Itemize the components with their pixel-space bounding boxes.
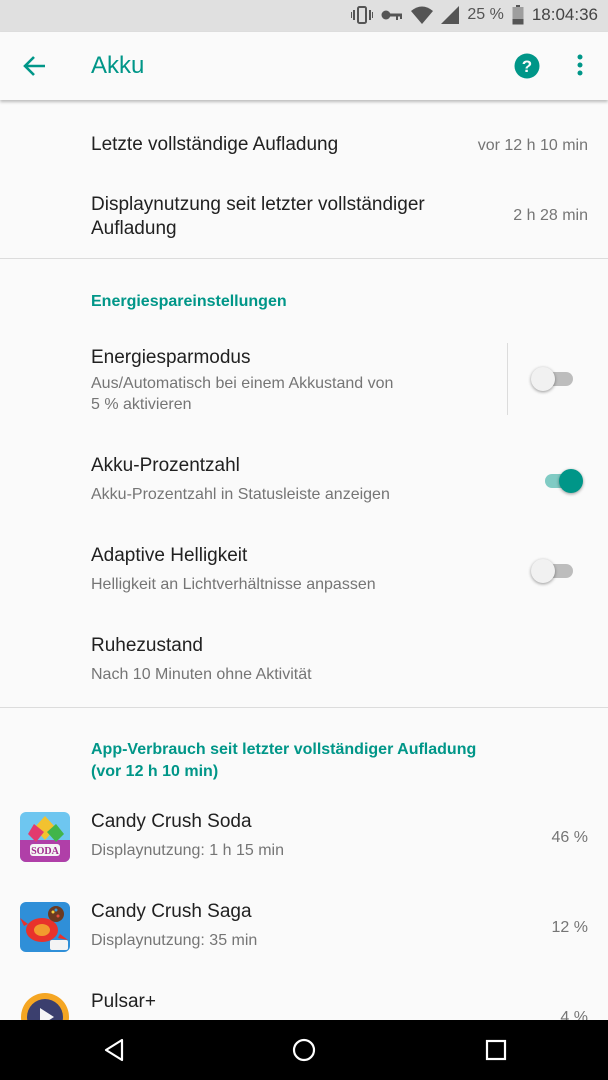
battery-percentage-toggle[interactable] xyxy=(539,467,583,495)
pulsar-icon xyxy=(20,992,70,1020)
battery-percentage-subtitle: Akku-Prozentzahl in Statusleiste anzeige… xyxy=(91,486,390,503)
status-bar: 25 % 18:04:36 xyxy=(0,0,608,32)
vertical-divider xyxy=(507,343,508,415)
signal-icon xyxy=(441,6,460,24)
candy-crush-soda-icon: SODA xyxy=(20,812,70,862)
usage-section-header: App-Verbrauch seit letzter vollständiger… xyxy=(91,739,476,783)
usage-section-header-line2: (vor 12 h 10 min) xyxy=(91,763,219,780)
usage-section-header-line1: App-Verbrauch seit letzter vollständiger… xyxy=(91,741,477,758)
last-full-charge-value: vor 12 h 10 min xyxy=(477,137,588,154)
app-usage-percent: 46 % xyxy=(551,829,588,846)
power-section-header: Energiespareinstellungen xyxy=(91,293,287,310)
app-usage-percent: 4 % xyxy=(560,1009,588,1020)
help-icon[interactable]: ? xyxy=(514,53,540,79)
app-usage-item[interactable]: Pulsar+ 4 % xyxy=(0,980,608,1020)
app-usage-detail: Displaynutzung: 35 min xyxy=(91,932,258,949)
app-usage-item[interactable]: SODA Candy Crush Soda Displaynutzung: 1 … xyxy=(0,800,608,890)
back-arrow-icon[interactable] xyxy=(22,53,48,79)
screen-usage-label-line2: Aufladung xyxy=(91,218,177,239)
more-vert-icon[interactable] xyxy=(572,53,588,79)
battery-saver-subtitle-line2: 5 % aktivieren xyxy=(91,396,192,413)
app-name: Pulsar+ xyxy=(91,991,156,1012)
battery-percentage-title: Akku-Prozentzahl xyxy=(91,455,240,476)
vibrate-icon xyxy=(351,6,374,24)
adaptive-brightness-title: Adaptive Helligkeit xyxy=(91,545,248,566)
recents-square-icon[interactable] xyxy=(484,1038,508,1062)
app-name: Candy Crush Saga xyxy=(91,901,252,922)
page-title: Akku xyxy=(91,52,145,79)
screen-usage-value: 2 h 28 min xyxy=(513,207,588,224)
back-triangle-icon[interactable] xyxy=(102,1038,126,1062)
divider xyxy=(0,258,608,259)
key-icon xyxy=(381,8,403,22)
screen-usage-row: Displaynutzung seit letzter vollständige… xyxy=(0,190,608,258)
sleep-subtitle: Nach 10 Minuten ohne Aktivität xyxy=(91,666,312,683)
toggle-thumb xyxy=(531,559,555,583)
svg-text:SODA: SODA xyxy=(31,846,60,857)
screen-usage-label: Displaynutzung seit letzter vollständige… xyxy=(91,193,425,241)
battery-percentage-row[interactable]: Akku-Prozentzahl Akku-Prozentzahl in Sta… xyxy=(0,445,608,525)
adaptive-brightness-row[interactable]: Adaptive Helligkeit Helligkeit an Lichtv… xyxy=(0,535,608,615)
battery-percent: 25 % xyxy=(467,6,504,23)
sleep-row[interactable]: Ruhezustand Nach 10 Minuten ohne Aktivit… xyxy=(0,625,608,705)
battery-icon xyxy=(512,5,524,25)
battery-saver-toggle[interactable] xyxy=(531,365,575,393)
home-circle-icon[interactable] xyxy=(292,1038,316,1062)
adaptive-brightness-toggle[interactable] xyxy=(531,557,575,585)
adaptive-brightness-subtitle: Helligkeit an Lichtverhältnisse anpassen xyxy=(91,576,376,593)
screen-usage-label-line1: Displaynutzung seit letzter vollständige… xyxy=(91,194,425,215)
toggle-thumb xyxy=(531,367,555,391)
app-usage-detail: Displaynutzung: 1 h 15 min xyxy=(91,842,284,859)
battery-settings-list[interactable]: Letzte vollständige Aufladung vor 12 h 1… xyxy=(0,100,608,1020)
battery-saver-title: Energiesparmodus xyxy=(91,347,251,368)
svg-text:?: ? xyxy=(522,57,532,76)
sleep-title: Ruhezustand xyxy=(91,635,203,656)
app-bar: Akku ? xyxy=(0,32,608,100)
clock: 18:04:36 xyxy=(531,5,598,24)
toggle-thumb xyxy=(559,469,583,493)
battery-saver-row[interactable]: Energiesparmodus Aus/Automatisch bei ein… xyxy=(0,337,608,423)
last-full-charge-label: Letzte vollständige Aufladung xyxy=(91,134,339,155)
last-full-charge-row: Letzte vollständige Aufladung vor 12 h 1… xyxy=(0,100,608,190)
navigation-bar xyxy=(0,1020,608,1080)
app-usage-percent: 12 % xyxy=(551,919,588,936)
app-name: Candy Crush Soda xyxy=(91,811,252,832)
app-usage-item[interactable]: Candy Crush Saga Displaynutzung: 35 min … xyxy=(0,890,608,980)
candy-crush-saga-icon xyxy=(20,902,70,952)
wifi-icon xyxy=(411,6,434,24)
divider xyxy=(0,707,608,708)
battery-saver-subtitle: Aus/Automatisch bei einem Akkustand von … xyxy=(91,373,393,415)
battery-saver-subtitle-line1: Aus/Automatisch bei einem Akkustand von xyxy=(91,375,394,392)
